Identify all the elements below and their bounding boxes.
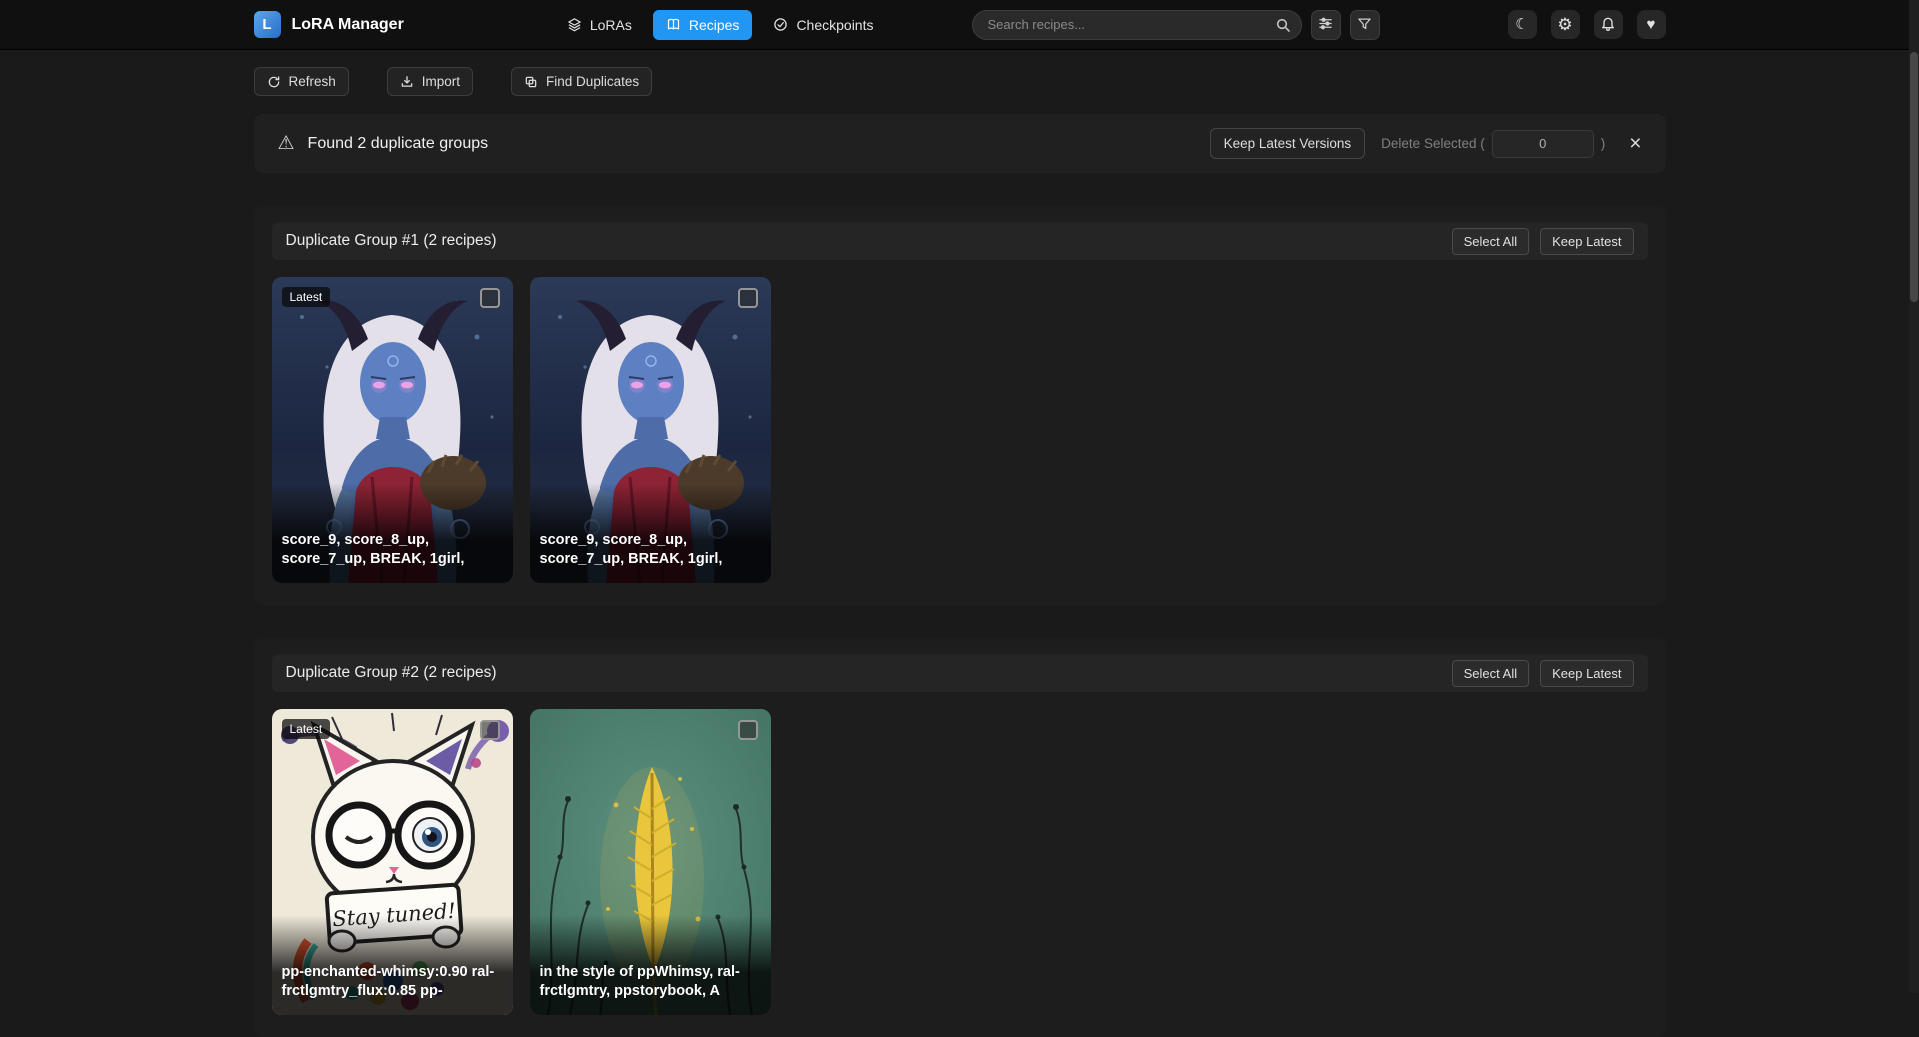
logo-letter: L	[262, 16, 271, 33]
group-title: Duplicate Group #2 (2 recipes)	[286, 664, 497, 682]
recipe-card[interactable]: in the style of ppWhimsy, ral-frctlgmtry…	[530, 709, 771, 1015]
recipe-card[interactable]: Stay tuned! Latest pp-enchanted-whimsy:0…	[272, 709, 513, 1015]
main-nav: LoRAs Recipes Checkpoints	[554, 10, 887, 40]
card-caption: score_9, score_8_up, score_7_up, BREAK, …	[530, 483, 771, 583]
tab-label: Checkpoints	[796, 17, 873, 33]
notifications-button[interactable]	[1594, 10, 1623, 39]
app-title: LoRA Manager	[292, 16, 404, 34]
keep-latest-versions-button[interactable]: Keep Latest Versions	[1210, 128, 1366, 159]
latest-badge: Latest	[282, 287, 331, 307]
card-checkbox[interactable]	[738, 288, 758, 308]
import-button[interactable]: Import	[387, 67, 473, 96]
tab-checkpoints[interactable]: Checkpoints	[760, 10, 886, 40]
tab-recipes[interactable]: Recipes	[653, 10, 753, 40]
copy-icon	[524, 75, 538, 89]
find-duplicates-button[interactable]: Find Duplicates	[511, 67, 652, 96]
card-checkbox[interactable]	[480, 288, 500, 308]
scrollbar[interactable]	[1909, 0, 1919, 993]
quick-actions: ☾ ⚙ ♥	[1508, 10, 1666, 39]
layers-icon	[567, 17, 582, 32]
import-icon	[400, 75, 414, 89]
app-logo: L	[254, 11, 281, 38]
tab-label: Recipes	[689, 17, 740, 33]
select-all-button[interactable]: Select All	[1452, 660, 1529, 687]
refresh-label: Refresh	[289, 74, 336, 89]
warning-icon: ⚠	[278, 132, 295, 155]
main-content: Refresh Import Find Duplicates ⚠ Found 2…	[254, 67, 1666, 1037]
delete-selected-group: Delete Selected ( )	[1381, 130, 1605, 158]
card-caption: score_9, score_8_up, score_7_up, BREAK, …	[272, 483, 513, 583]
card-caption: pp-enchanted-whimsy:0.90 ral-frctlgmtry_…	[272, 915, 513, 1015]
group-title: Duplicate Group #1 (2 recipes)	[286, 232, 497, 250]
group-actions: Select All Keep Latest	[1452, 228, 1634, 255]
scrollbar-thumb[interactable]	[1910, 52, 1918, 302]
toolbar: Refresh Import Find Duplicates	[254, 67, 1666, 96]
top-navbar: L LoRA Manager LoRAs Recipes C	[0, 0, 1919, 50]
theme-toggle-button[interactable]: ☾	[1508, 10, 1537, 39]
import-label: Import	[422, 74, 460, 89]
sliders-button[interactable]	[1311, 10, 1341, 40]
settings-button[interactable]: ⚙	[1551, 10, 1580, 39]
delete-count-input[interactable]	[1492, 130, 1594, 158]
duplicate-group-2: Duplicate Group #2 (2 recipes) Select Al…	[254, 638, 1666, 1037]
card-checkbox[interactable]	[480, 720, 500, 740]
search-input[interactable]	[972, 10, 1302, 40]
filter-button[interactable]	[1350, 10, 1380, 40]
book-icon	[666, 17, 681, 32]
card-caption: in the style of ppWhimsy, ral-frctlgmtry…	[530, 915, 771, 1015]
refresh-button[interactable]: Refresh	[254, 67, 349, 96]
delete-selected-suffix: )	[1601, 136, 1606, 151]
card-grid: Stay tuned! Latest pp-enchanted-whimsy:0…	[272, 709, 1648, 1015]
funnel-icon	[1357, 16, 1372, 34]
recipe-card[interactable]: Latest score_9, score_8_up, score_7_up, …	[272, 277, 513, 583]
refresh-icon	[267, 75, 281, 89]
check-circle-icon	[773, 17, 788, 32]
keep-latest-button[interactable]: Keep Latest	[1540, 228, 1633, 255]
duplicate-group-1: Duplicate Group #1 (2 recipes) Select Al…	[254, 206, 1666, 605]
search-area	[972, 10, 1380, 40]
delete-selected-prefix: Delete Selected (	[1381, 136, 1485, 151]
tab-loras[interactable]: LoRAs	[554, 10, 645, 40]
sliders-icon	[1318, 16, 1333, 34]
group-actions: Select All Keep Latest	[1452, 660, 1634, 687]
latest-badge: Latest	[282, 719, 331, 739]
recipe-card[interactable]: score_9, score_8_up, score_7_up, BREAK, …	[530, 277, 771, 583]
support-button[interactable]: ♥	[1637, 10, 1666, 39]
moon-icon: ☾	[1515, 17, 1528, 32]
find-duplicates-label: Find Duplicates	[546, 74, 639, 89]
heart-icon: ♥	[1647, 17, 1656, 32]
banner-actions: Keep Latest Versions Delete Selected ( )…	[1210, 128, 1642, 159]
bell-icon	[1600, 15, 1616, 34]
banner-message: Found 2 duplicate groups	[308, 135, 489, 153]
card-grid: Latest score_9, score_8_up, score_7_up, …	[272, 277, 1648, 583]
group-header: Duplicate Group #1 (2 recipes) Select Al…	[272, 222, 1648, 260]
close-icon: ×	[1629, 132, 1641, 155]
search-icon[interactable]	[1275, 17, 1291, 38]
close-banner-button[interactable]: ×	[1629, 133, 1641, 154]
brand: L LoRA Manager	[254, 11, 404, 38]
select-all-button[interactable]: Select All	[1452, 228, 1529, 255]
gear-icon: ⚙	[1557, 16, 1572, 33]
keep-latest-button[interactable]: Keep Latest	[1540, 660, 1633, 687]
card-checkbox[interactable]	[738, 720, 758, 740]
tab-label: LoRAs	[590, 17, 632, 33]
duplicates-banner: ⚠ Found 2 duplicate groups Keep Latest V…	[254, 114, 1666, 173]
group-header: Duplicate Group #2 (2 recipes) Select Al…	[272, 654, 1648, 692]
